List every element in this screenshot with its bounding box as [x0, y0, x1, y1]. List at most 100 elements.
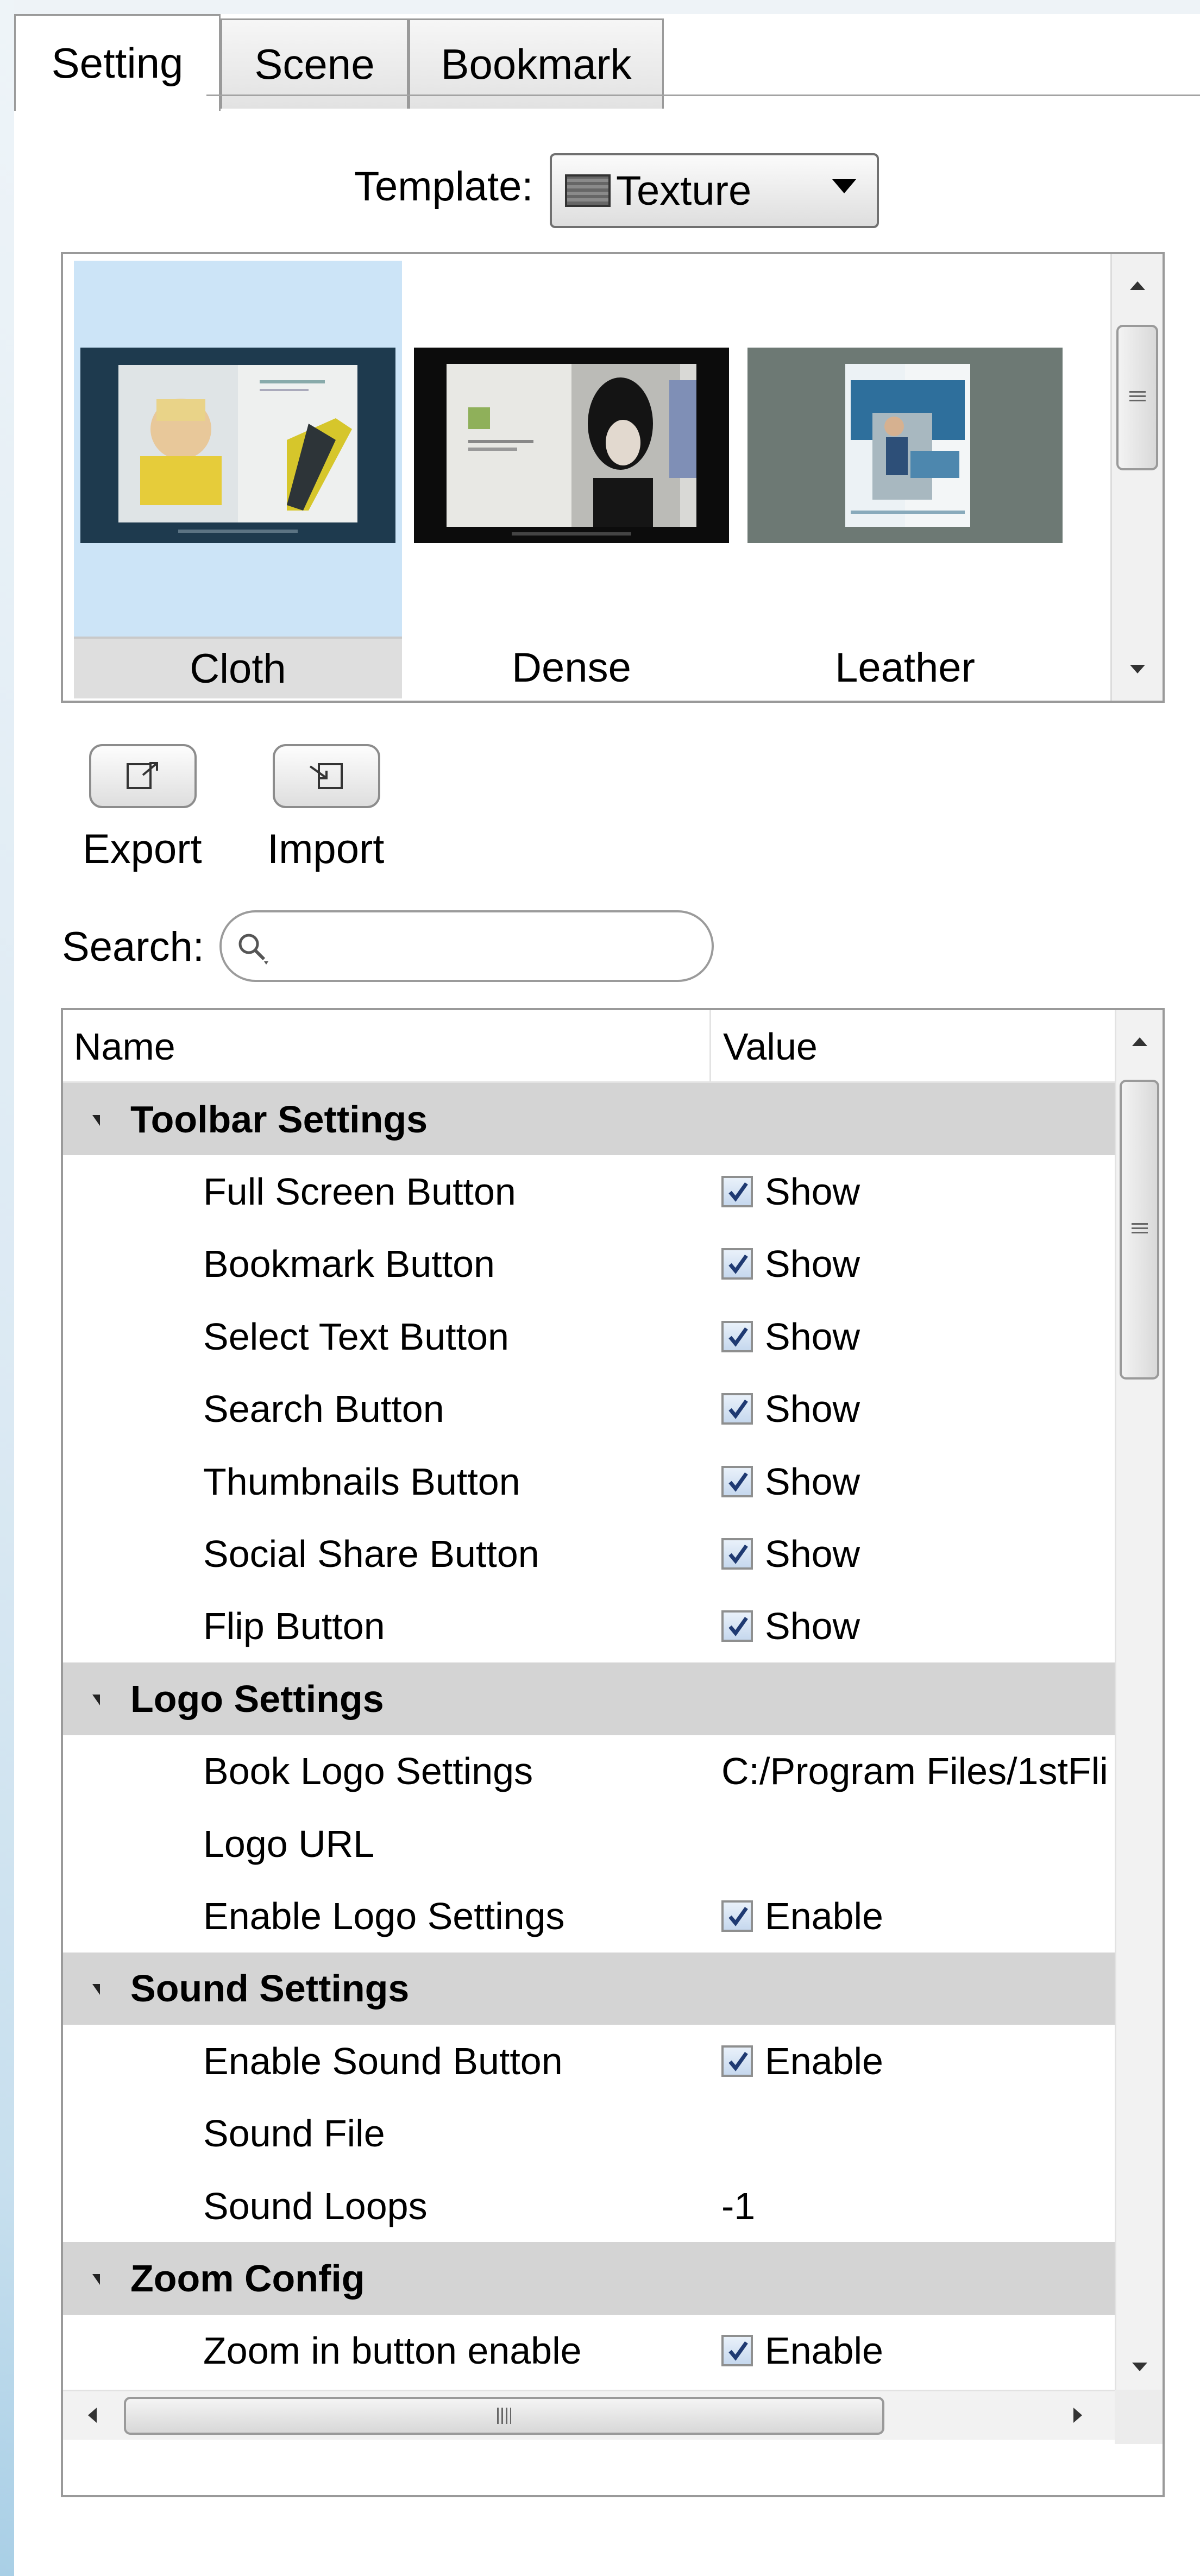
property-name: Select Text Button	[203, 1315, 509, 1358]
scroll-up-icon[interactable]	[1132, 1037, 1147, 1046]
checkmark-icon	[728, 1182, 748, 1202]
property-value[interactable]: -1	[721, 2184, 1107, 2228]
property-value-text: Show	[765, 1243, 860, 1286]
property-row[interactable]: Sound Loops -1	[63, 2170, 1115, 2242]
property-value[interactable]: Enable	[721, 1894, 1107, 1938]
grid-header: Name Value	[63, 1010, 1115, 1083]
collapse-arrow-icon[interactable]	[92, 2273, 100, 2285]
checkmark-icon	[728, 2051, 748, 2071]
property-name: Zoom in button enable	[203, 2329, 582, 2372]
template-tile-cloth[interactable]: Cloth	[74, 261, 402, 698]
property-name: Full Screen Button	[203, 1170, 516, 1213]
template-tile-dense[interactable]: Dense	[407, 261, 736, 698]
property-row[interactable]: Flip Button Show	[63, 1590, 1115, 1662]
collapse-arrow-icon[interactable]	[92, 1694, 100, 1705]
scroll-left-icon[interactable]	[88, 2408, 97, 2423]
collapse-arrow-icon[interactable]	[92, 1114, 100, 1126]
property-value[interactable]: Show	[721, 1315, 1107, 1358]
grid-horizontal-scrollbar[interactable]	[63, 2390, 1163, 2440]
property-checkbox[interactable]	[721, 2335, 753, 2367]
template-tile-leather[interactable]: Leather	[741, 261, 1069, 698]
scrollbar-corner	[1115, 2390, 1163, 2444]
property-value[interactable]: Enable	[721, 2039, 1107, 2083]
scroll-up-icon[interactable]	[1129, 281, 1145, 290]
property-row[interactable]: Book Logo Settings C:/Program Files/1stFl…	[63, 1735, 1115, 1807]
property-name: Enable Logo Settings	[203, 1894, 565, 1937]
property-value[interactable]: Enable	[721, 2329, 1107, 2372]
column-header-name[interactable]: Name	[74, 1010, 709, 1083]
scroll-down-icon[interactable]	[1132, 2363, 1147, 2371]
property-checkbox[interactable]	[721, 1393, 753, 1425]
property-row[interactable]: Enable Logo Settings Enable	[63, 1880, 1115, 1952]
property-checkbox[interactable]	[721, 2045, 753, 2077]
search-input[interactable]	[281, 920, 696, 973]
property-row[interactable]: Logo URL	[63, 1807, 1115, 1880]
property-value[interactable]: Show	[721, 1460, 1107, 1503]
checkmark-icon	[728, 1327, 748, 1347]
property-value[interactable]: Show	[721, 1532, 1107, 1576]
gallery-scroll-thumb[interactable]	[1116, 325, 1158, 470]
property-value[interactable]: Show	[721, 1604, 1107, 1648]
property-row[interactable]: Zoom in button enable Enable	[63, 2315, 1115, 2387]
search-icon	[238, 934, 268, 965]
property-checkbox[interactable]	[721, 1248, 753, 1280]
template-thumbnail-cloth	[80, 348, 395, 543]
property-name: Enable Sound Button	[203, 2039, 563, 2082]
property-row[interactable]: Search Button Show	[63, 1373, 1115, 1445]
property-row[interactable]: Enable Sound Button Enable	[63, 2025, 1115, 2097]
property-checkbox[interactable]	[721, 1610, 753, 1642]
scroll-right-icon[interactable]	[1073, 2408, 1082, 2423]
grid-vertical-scrollbar[interactable]	[1115, 1010, 1163, 2390]
property-value[interactable]: Show	[721, 1170, 1107, 1213]
column-header-value[interactable]: Value	[709, 1010, 1111, 1083]
tab-setting[interactable]: Setting	[14, 14, 221, 111]
property-row[interactable]: Sound File	[63, 2097, 1115, 2169]
window-frame-edge	[0, 0, 14, 2576]
grid-horizontal-scroll-thumb[interactable]	[124, 2397, 884, 2435]
template-dropdown[interactable]: Texture	[550, 153, 879, 228]
column-header-value-label: Value	[723, 1025, 818, 1068]
grid-body: Toolbar Settings Full Screen Button Show Bo…	[63, 1083, 1115, 2388]
property-value[interactable]: Show	[721, 1387, 1107, 1431]
property-row[interactable]: Select Text Button Show	[63, 1300, 1115, 1372]
import-button[interactable]	[273, 744, 380, 808]
scroll-down-icon[interactable]	[1129, 665, 1145, 673]
category-row[interactable]: Toolbar Settings	[63, 1083, 1115, 1156]
template-thumbnail-leather	[747, 348, 1063, 543]
property-checkbox[interactable]	[721, 1176, 753, 1208]
property-name: Sound File	[203, 2112, 385, 2155]
gallery-scrollbar[interactable]	[1110, 254, 1163, 701]
property-value-text: Show	[765, 1170, 860, 1213]
property-name: Logo URL	[203, 1822, 375, 1865]
property-row[interactable]: Thumbnails Button Show	[63, 1445, 1115, 1517]
property-name: Sound Loops	[203, 2184, 428, 2227]
property-name: Bookmark Button	[203, 1243, 495, 1286]
checkmark-icon	[728, 1906, 748, 1926]
category-row[interactable]: Sound Settings	[63, 1952, 1115, 2025]
export-button[interactable]	[89, 744, 197, 808]
category-row[interactable]: Zoom Config	[63, 2242, 1115, 2315]
export-icon	[127, 762, 158, 789]
property-checkbox[interactable]	[721, 1465, 753, 1497]
property-value-text: Show	[765, 1388, 860, 1431]
texture-swatch-icon	[565, 174, 611, 207]
collapse-arrow-icon[interactable]	[92, 1984, 100, 1995]
property-row[interactable]: Bookmark Button Show	[63, 1228, 1115, 1300]
export-label: Export	[83, 826, 202, 872]
dropdown-arrow-icon	[832, 179, 856, 193]
property-checkbox[interactable]	[721, 1320, 753, 1352]
property-value-text: C:/Program Files/1stFlip	[721, 1750, 1107, 1793]
property-row[interactable]: Minimum zoom width700	[63, 2387, 1115, 2388]
tab-scene-label: Scene	[254, 40, 375, 88]
search-box[interactable]	[219, 910, 714, 982]
template-thumbnail-dense	[414, 348, 729, 543]
template-label-leather: Leather	[835, 644, 975, 691]
property-checkbox[interactable]	[721, 1538, 753, 1570]
property-value[interactable]: Show	[721, 1242, 1107, 1286]
property-row[interactable]: Social Share Button Show	[63, 1517, 1115, 1590]
property-value[interactable]: C:/Program Files/1stFlip	[721, 1749, 1107, 1793]
property-row[interactable]: Full Screen Button Show	[63, 1155, 1115, 1227]
grid-scroll-thumb[interactable]	[1120, 1080, 1159, 1380]
category-row[interactable]: Logo Settings	[63, 1662, 1115, 1735]
property-checkbox[interactable]	[721, 1900, 753, 1932]
